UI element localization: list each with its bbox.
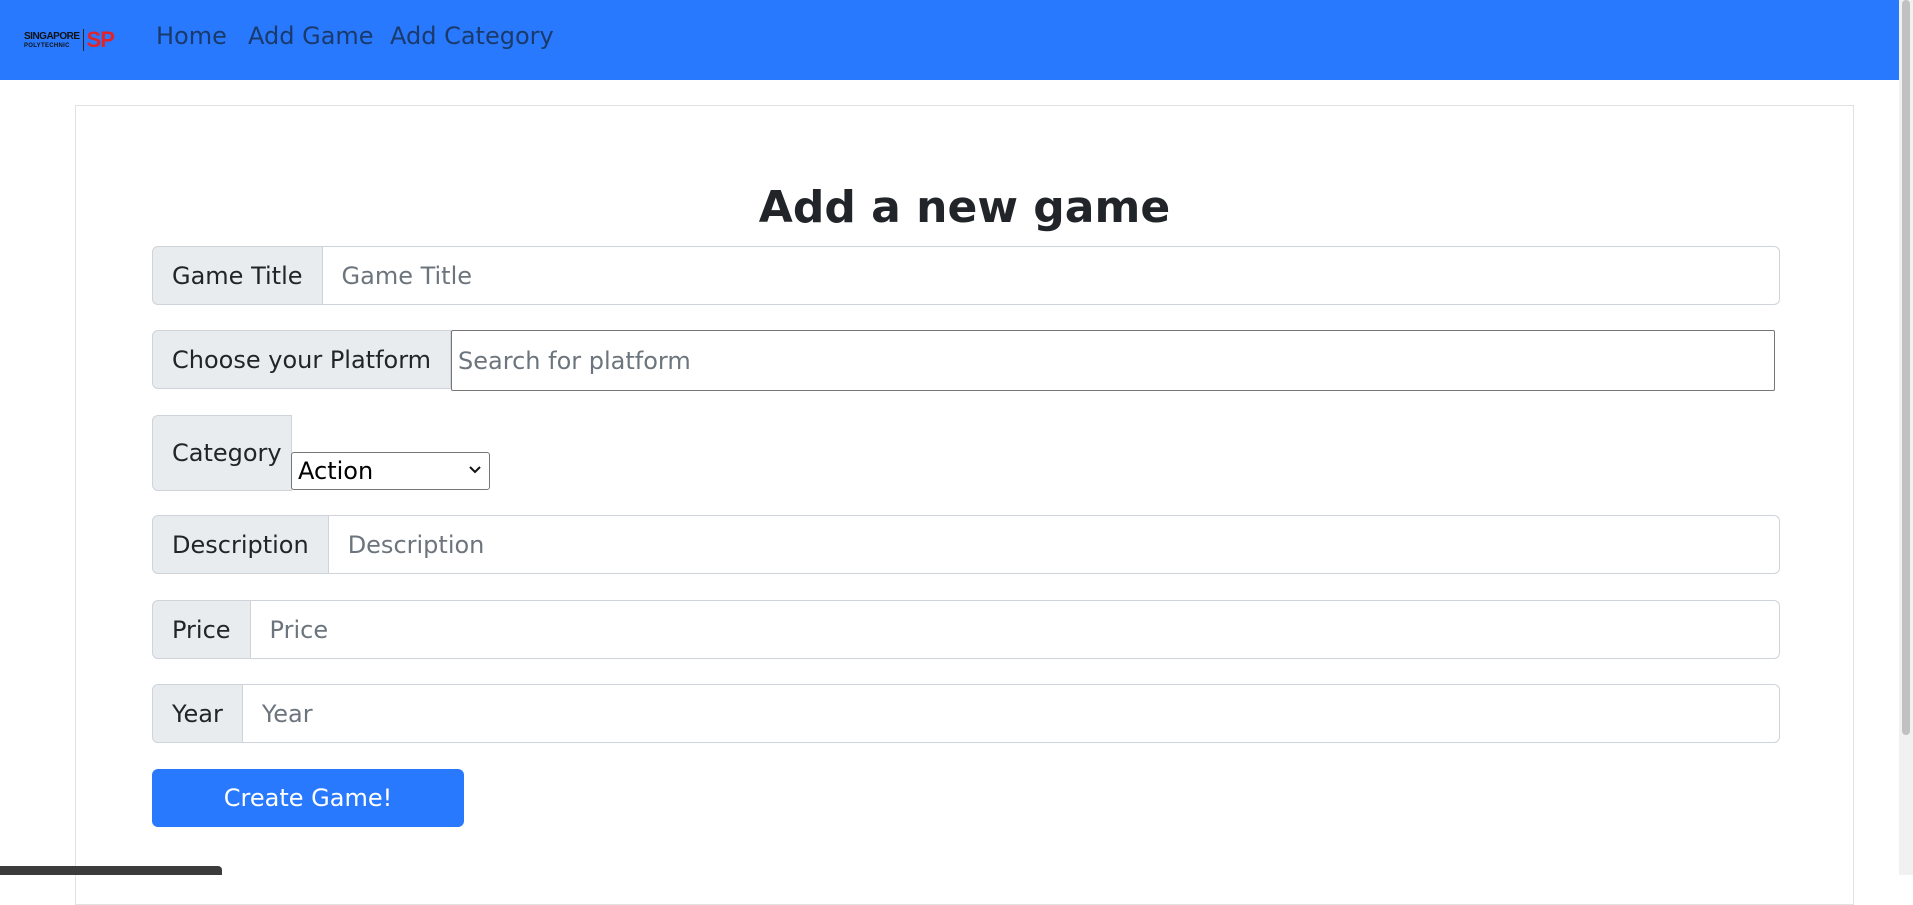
price-label: Price xyxy=(152,600,251,659)
logo-line-1: SINGAPORE xyxy=(24,30,80,42)
description-group: Description xyxy=(152,515,1780,574)
year-group: Year xyxy=(152,684,1780,743)
logo-mark: SP xyxy=(86,27,115,52)
platform-group: Choose your Platform xyxy=(152,330,1775,391)
category-label: Category xyxy=(152,415,292,491)
create-game-button[interactable]: Create Game! xyxy=(152,769,464,827)
logo-line-2: POLYTECHNIC xyxy=(24,42,70,49)
logo-wordmark: SINGAPORE POLYTECHNIC xyxy=(24,30,80,49)
vertical-scrollbar[interactable] xyxy=(1899,0,1913,875)
logo-divider xyxy=(82,29,84,51)
platform-label: Choose your Platform xyxy=(152,330,452,389)
price-input[interactable] xyxy=(250,600,1780,659)
platform-search-input[interactable] xyxy=(451,330,1775,391)
browser-status-bar xyxy=(0,866,222,875)
singapore-polytechnic-logo[interactable]: SINGAPORE POLYTECHNIC SP xyxy=(24,26,120,54)
category-select[interactable]: Action xyxy=(291,452,490,490)
year-input[interactable] xyxy=(242,684,1780,743)
game-title-label: Game Title xyxy=(152,246,323,305)
game-title-group: Game Title xyxy=(152,246,1780,305)
description-input[interactable] xyxy=(328,515,1780,574)
page-title: Add a new game xyxy=(758,182,1171,233)
top-navbar: SINGAPORE POLYTECHNIC SP Home Add Game A… xyxy=(0,0,1899,80)
price-group: Price xyxy=(152,600,1780,659)
description-label: Description xyxy=(152,515,329,574)
nav-link-add-category[interactable]: Add Category xyxy=(390,22,554,50)
game-title-input[interactable] xyxy=(322,246,1780,305)
category-selected-value: Action xyxy=(298,457,374,485)
nav-link-add-game[interactable]: Add Game xyxy=(248,22,374,50)
chevron-down-icon xyxy=(469,466,481,474)
category-group: Category xyxy=(152,415,292,491)
scrollbar-thumb[interactable] xyxy=(1902,0,1910,735)
nav-link-home[interactable]: Home xyxy=(156,22,227,50)
year-label: Year xyxy=(152,684,243,743)
